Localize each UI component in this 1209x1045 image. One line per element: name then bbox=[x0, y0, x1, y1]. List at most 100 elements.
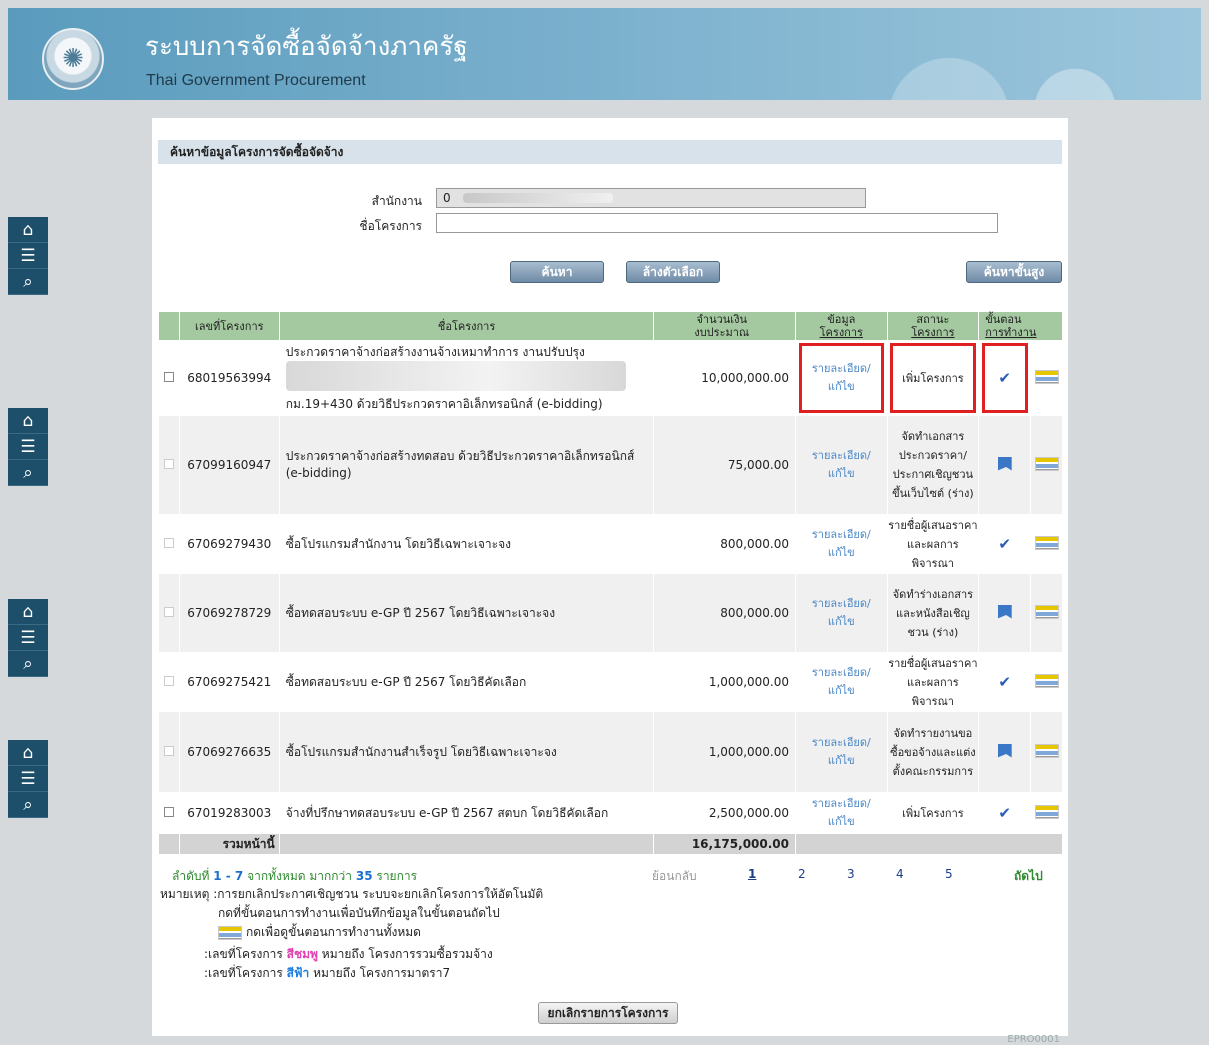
all-steps-button[interactable] bbox=[1030, 416, 1062, 514]
steps-list-icon bbox=[1034, 673, 1059, 688]
office-label: สำนักงาน bbox=[371, 194, 422, 208]
step-button[interactable] bbox=[978, 416, 1031, 514]
row-checkbox[interactable] bbox=[163, 538, 174, 548]
edit-text: แก้ไข bbox=[827, 467, 855, 480]
detail-edit-link[interactable]: รายละเอียด/ แก้ไข bbox=[795, 514, 888, 574]
steps-list-icon bbox=[218, 925, 242, 940]
project-name-input[interactable] bbox=[436, 213, 998, 233]
search-icon[interactable]: ⌕ bbox=[8, 651, 48, 677]
office-field[interactable]: 0 bbox=[436, 188, 866, 208]
steps-list-icon bbox=[1034, 604, 1059, 619]
header-amount: จำนวนเงิน งบประมาณ bbox=[653, 312, 796, 340]
project-amount: 2,500,000.00 bbox=[653, 792, 796, 834]
back-link[interactable]: ย้อนกลับ bbox=[652, 867, 697, 886]
search-button[interactable]: ค้นหา bbox=[510, 261, 604, 283]
note-5-color: สีฟ้า bbox=[286, 966, 310, 980]
search-icon[interactable]: ⌕ bbox=[8, 792, 48, 818]
note-4-post: หมายถึง โครงการรวมซื้อรวมจ้าง bbox=[321, 947, 493, 961]
row-checkbox[interactable] bbox=[163, 372, 174, 382]
row-checkbox[interactable] bbox=[163, 459, 174, 469]
header-status-1: สถานะ bbox=[916, 313, 950, 326]
document-icon bbox=[997, 456, 1012, 471]
header-step: ขั้นตอน การทำงาน bbox=[978, 312, 1062, 340]
page-link-2[interactable]: 2 bbox=[798, 867, 806, 881]
summary-post: รายการ bbox=[376, 869, 418, 883]
edit-text: แก้ไข bbox=[827, 754, 855, 767]
summary-count: 35 bbox=[355, 869, 373, 883]
detail-edit-link[interactable]: รายละเอียด/ แก้ไข bbox=[795, 416, 888, 514]
project-name: ซื้อทดสอบระบบ e-GP ปี 2567 โดยวิธีเฉพาะเ… bbox=[278, 574, 654, 652]
office-value: 0 bbox=[443, 191, 451, 205]
header-amount-1: จำนวนเงิน bbox=[696, 313, 747, 326]
all-steps-button[interactable] bbox=[1030, 340, 1062, 416]
project-no: 67019283003 bbox=[178, 792, 280, 834]
steps-list-icon bbox=[1034, 535, 1059, 550]
project-status: จัดทำรายงานขอซื้อขอจ้างและแต่งตั้งคณะกรร… bbox=[886, 712, 979, 792]
detail-edit-text: รายละเอียด/ bbox=[811, 597, 871, 610]
row-checkbox[interactable] bbox=[163, 607, 174, 617]
all-steps-button[interactable] bbox=[1030, 514, 1062, 574]
clear-button[interactable]: ล้างตัวเลือก bbox=[626, 261, 720, 283]
page-link-5[interactable]: 5 bbox=[945, 867, 953, 881]
all-steps-button[interactable] bbox=[1030, 652, 1062, 712]
page-link-4[interactable]: 4 bbox=[896, 867, 904, 881]
home-icon[interactable]: ⌂ bbox=[8, 408, 48, 434]
all-steps-button[interactable] bbox=[1030, 712, 1062, 792]
detail-edit-link[interactable]: รายละเอียด/ แก้ไข bbox=[795, 340, 888, 416]
detail-edit-link[interactable]: รายละเอียด/ แก้ไข bbox=[795, 792, 888, 834]
header-amount-2: งบประมาณ bbox=[694, 326, 750, 339]
detail-edit-link[interactable]: รายละเอียด/ แก้ไข bbox=[795, 652, 888, 712]
table-row: 67019283003 จ้างที่ปรึกษาทดสอบระบบ e-GP … bbox=[158, 792, 1062, 834]
menu-icon[interactable]: ☰ bbox=[8, 434, 48, 460]
garuda-icon: ✺ bbox=[62, 44, 84, 74]
home-icon[interactable]: ⌂ bbox=[8, 217, 48, 243]
app-header: ✺ ระบบการจัดซื้อจัดจ้างภาครัฐ Thai Gover… bbox=[8, 8, 1201, 100]
project-table: เลขที่โครงการ ชื่อโครงการ จำนวนเงิน งบปร… bbox=[158, 312, 1062, 854]
row-checkbox[interactable] bbox=[163, 746, 174, 756]
page-link-1[interactable]: 1 bbox=[748, 867, 756, 881]
detail-edit-link[interactable]: รายละเอียด/ แก้ไข bbox=[795, 574, 888, 652]
cancel-project-button[interactable]: ยกเลิกรายการโครงการ bbox=[538, 1002, 678, 1024]
total-amount: 16,175,000.00 bbox=[653, 834, 796, 854]
step-button[interactable]: ✔ bbox=[978, 652, 1031, 712]
menu-icon[interactable]: ☰ bbox=[8, 243, 48, 269]
check-icon: ✔ bbox=[998, 804, 1011, 822]
advanced-search-button[interactable]: ค้นหาขั้นสูง bbox=[966, 261, 1062, 283]
note-4-pre: :เลขที่โครงการ bbox=[204, 947, 283, 961]
header-project-no: เลขที่โครงการ bbox=[178, 312, 280, 340]
step-button[interactable] bbox=[978, 712, 1031, 792]
project-status: เพิ่มโครงการ bbox=[886, 792, 979, 834]
cgd-logo: ✺ bbox=[42, 28, 104, 90]
menu-icon[interactable]: ☰ bbox=[8, 766, 48, 792]
next-link[interactable]: ถัดไป bbox=[1014, 867, 1043, 886]
steps-list-icon bbox=[1034, 456, 1059, 471]
header-check bbox=[158, 312, 180, 340]
project-name-cont: กม.19+430 ด้วยวิธีประกวดราคาอิเล็กทรอนิก… bbox=[285, 396, 603, 411]
table-row: 67069276635 ซื้อโปรแกรมสำนักงานสำเร็จรูป… bbox=[158, 712, 1062, 792]
steps-list-icon bbox=[1034, 804, 1059, 819]
search-icon[interactable]: ⌕ bbox=[8, 269, 48, 295]
project-amount: 800,000.00 bbox=[653, 574, 796, 652]
step-button[interactable] bbox=[978, 574, 1031, 652]
project-amount: 10,000,000.00 bbox=[653, 340, 796, 416]
step-button[interactable]: ✔ bbox=[978, 792, 1031, 834]
all-steps-button[interactable] bbox=[1030, 574, 1062, 652]
detail-edit-link[interactable]: รายละเอียด/ แก้ไข bbox=[795, 712, 888, 792]
row-checkbox[interactable] bbox=[163, 676, 174, 686]
header-status: สถานะ โครงการ bbox=[886, 312, 979, 340]
row-checkbox[interactable] bbox=[163, 807, 174, 817]
home-icon[interactable]: ⌂ bbox=[8, 599, 48, 625]
note-1: การยกเลิกประกาศเชิญชวน ระบบจะยกเลิกโครงก… bbox=[217, 887, 544, 901]
project-name: ซื้อโปรแกรมสำนักงานสำเร็จรูป โดยวิธีเฉพา… bbox=[278, 712, 654, 792]
note-5-post: หมายถึง โครงการมาตรา7 bbox=[313, 966, 451, 980]
step-button[interactable]: ✔ bbox=[978, 514, 1031, 574]
project-amount: 800,000.00 bbox=[653, 514, 796, 574]
page-link-3[interactable]: 3 bbox=[847, 867, 855, 881]
step-button[interactable]: ✔ bbox=[978, 340, 1031, 416]
header-status-2: โครงการ bbox=[911, 326, 955, 339]
sidenav-group-3: ⌂ ☰ ⌕ bbox=[8, 599, 48, 677]
menu-icon[interactable]: ☰ bbox=[8, 625, 48, 651]
search-icon[interactable]: ⌕ bbox=[8, 460, 48, 486]
all-steps-button[interactable] bbox=[1030, 792, 1062, 834]
home-icon[interactable]: ⌂ bbox=[8, 740, 48, 766]
